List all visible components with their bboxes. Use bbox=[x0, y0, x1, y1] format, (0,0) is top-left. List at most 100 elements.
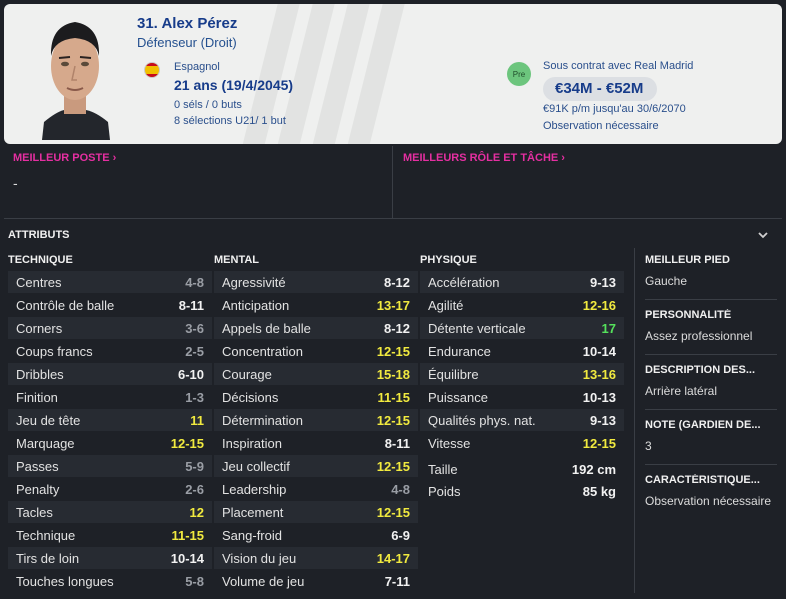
weight-row: Poids 85 kg bbox=[420, 480, 624, 502]
attribute-value: 12-15 bbox=[376, 343, 410, 359]
mental-attribute-row[interactable]: Agressivité 8-12 bbox=[214, 271, 418, 293]
characteristics-value: Observation nécessaire bbox=[645, 494, 772, 508]
height-value: 192 cm bbox=[571, 461, 616, 477]
attribute-value: 12-15 bbox=[376, 458, 410, 474]
attribute-value: 3-6 bbox=[185, 320, 204, 336]
spain-flag-icon bbox=[144, 62, 160, 78]
mental-attribute-row[interactable]: Décisions 11-15 bbox=[214, 386, 418, 408]
keeper-rating[interactable]: NOTE (GARDIEN DE... 3 bbox=[645, 419, 775, 455]
attribute-label: Vitesse bbox=[428, 435, 471, 451]
attribute-value: 12 bbox=[189, 504, 204, 520]
technique-attribute-row[interactable]: Tacles 12 bbox=[8, 501, 212, 523]
mental-attribute-row[interactable]: Appels de balle 8-12 bbox=[214, 317, 418, 339]
mental-attribute-row[interactable]: Sang-froid 6-9 bbox=[214, 524, 418, 546]
technique-attribute-row[interactable]: Corners 3-6 bbox=[8, 317, 212, 339]
attribute-label: Dribbles bbox=[16, 366, 64, 382]
physique-attribute-row[interactable]: Détente verticale 17 bbox=[420, 317, 624, 339]
attribute-value: 12-15 bbox=[170, 435, 204, 451]
personality-value: Assez professionnel bbox=[645, 329, 753, 343]
attribute-label: Tacles bbox=[16, 504, 53, 520]
physique-attribute-row[interactable]: Qualités phys. nat. 9-13 bbox=[420, 409, 624, 431]
attribute-value: 2-5 bbox=[185, 343, 204, 359]
attribute-label: Puissance bbox=[428, 389, 488, 405]
physique-header: PHYSIQUE bbox=[420, 254, 477, 266]
mental-attribute-row[interactable]: Placement 12-15 bbox=[214, 501, 418, 523]
attribute-label: Courage bbox=[222, 366, 272, 382]
mental-attribute-row[interactable]: Inspiration 8-11 bbox=[214, 432, 418, 454]
player-description[interactable]: DESCRIPTION DES... Arrière latéral bbox=[645, 364, 775, 400]
player-nationality[interactable]: Espagnol bbox=[174, 61, 220, 73]
attribute-label: Qualités phys. nat. bbox=[428, 412, 536, 428]
attribute-value: 12-15 bbox=[582, 435, 616, 451]
transfer-value: €34M - €52M bbox=[543, 77, 658, 101]
characteristics[interactable]: CARACTÉRISTIQUE... Observation nécessair… bbox=[645, 474, 775, 510]
attribute-value: 12-15 bbox=[376, 504, 410, 520]
technique-attribute-row[interactable]: Dribbles 6-10 bbox=[8, 363, 212, 385]
player-u21-caps: 8 sélections U21/ 1 but bbox=[174, 115, 286, 127]
technique-attribute-row[interactable]: Finition 1-3 bbox=[8, 386, 212, 408]
attribute-label: Contrôle de balle bbox=[16, 297, 115, 313]
physique-attribute-row[interactable]: Puissance 10-13 bbox=[420, 386, 624, 408]
attribute-label: Leadership bbox=[222, 481, 287, 497]
best-role-link[interactable]: MEILLEURS RÔLE ET TÂCHE › bbox=[403, 152, 565, 164]
club-badge-icon[interactable]: Pre bbox=[507, 62, 531, 86]
attribute-value: 9-13 bbox=[589, 274, 616, 290]
attribute-label: Tirs de loin bbox=[16, 550, 80, 566]
technique-attribute-row[interactable]: Coups francs 2-5 bbox=[8, 340, 212, 362]
mental-attribute-row[interactable]: Courage 15-18 bbox=[214, 363, 418, 385]
mental-attribute-row[interactable]: Volume de jeu 7-11 bbox=[214, 570, 418, 592]
technique-attribute-row[interactable]: Technique 11-15 bbox=[8, 524, 212, 546]
technique-attribute-row[interactable]: Centres 4-8 bbox=[8, 271, 212, 293]
chevron-down-icon[interactable] bbox=[757, 229, 769, 241]
technique-attribute-row[interactable]: Jeu de tête 11 bbox=[8, 409, 212, 431]
attribute-label: Technique bbox=[16, 527, 76, 543]
mental-attribute-row[interactable]: Anticipation 13-17 bbox=[214, 294, 418, 316]
technique-header: TECHNIQUE bbox=[8, 254, 73, 266]
physique-attribute-row[interactable]: Équilibre 13-16 bbox=[420, 363, 624, 385]
attribute-value: 5-9 bbox=[185, 458, 204, 474]
keeper-rating-title: NOTE (GARDIEN DE... bbox=[645, 419, 761, 431]
attribute-label: Finition bbox=[16, 389, 58, 405]
technique-attribute-row[interactable]: Contrôle de balle 8-11 bbox=[8, 294, 212, 316]
physique-attribute-row[interactable]: Agilité 12-16 bbox=[420, 294, 624, 316]
preferred-foot-value: Gauche bbox=[645, 274, 688, 288]
technique-attribute-row[interactable]: Touches longues 5-8 bbox=[8, 570, 212, 592]
attribute-label: Jeu de tête bbox=[16, 412, 81, 428]
attribute-label: Touches longues bbox=[16, 573, 114, 589]
side-separator bbox=[645, 409, 777, 410]
attribute-label: Détermination bbox=[222, 412, 303, 428]
contract-club[interactable]: Sous contrat avec Real Madrid bbox=[543, 60, 693, 72]
best-position-title: MEILLEUR POSTE bbox=[13, 152, 110, 164]
mental-attribute-row[interactable]: Détermination 12-15 bbox=[214, 409, 418, 431]
best-role-title: MEILLEURS RÔLE ET TÂCHE bbox=[403, 152, 559, 164]
preferred-foot: MEILLEUR PIED Gauche bbox=[645, 254, 775, 290]
technique-attribute-row[interactable]: Passes 5-9 bbox=[8, 455, 212, 477]
height-row: Taille 192 cm bbox=[420, 458, 624, 480]
player-age: 21 ans (19/4/2045) bbox=[174, 77, 294, 93]
attribute-value: 10-14 bbox=[170, 550, 204, 566]
attribute-label: Anticipation bbox=[222, 297, 290, 313]
scouting-status: Observation nécessaire bbox=[543, 120, 659, 132]
mental-attribute-row[interactable]: Concentration 12-15 bbox=[214, 340, 418, 362]
mental-attribute-row[interactable]: Leadership 4-8 bbox=[214, 478, 418, 500]
attribute-label: Centres bbox=[16, 274, 62, 290]
chevron-right-icon: › bbox=[561, 152, 565, 164]
attribute-label: Agilité bbox=[428, 297, 464, 313]
technique-attribute-row[interactable]: Marquage 12-15 bbox=[8, 432, 212, 454]
side-divider bbox=[634, 248, 635, 593]
player-position: Défenseur (Droit) bbox=[137, 35, 237, 50]
mental-attribute-row[interactable]: Vision du jeu 14-17 bbox=[214, 547, 418, 569]
height-label: Taille bbox=[428, 461, 458, 477]
physique-attribute-row[interactable]: Vitesse 12-15 bbox=[420, 432, 624, 454]
best-position-link[interactable]: MEILLEUR POSTE › bbox=[13, 152, 116, 164]
attribute-value: 2-6 bbox=[185, 481, 204, 497]
mental-attribute-row[interactable]: Jeu collectif 12-15 bbox=[214, 455, 418, 477]
physique-attribute-row[interactable]: Accélération 9-13 bbox=[420, 271, 624, 293]
physique-attribute-row[interactable]: Endurance 10-14 bbox=[420, 340, 624, 362]
technique-attribute-row[interactable]: Tirs de loin 10-14 bbox=[8, 547, 212, 569]
attribute-label: Équilibre bbox=[428, 366, 479, 382]
side-separator bbox=[645, 464, 777, 465]
player-name[interactable]: 31. Alex Pérez bbox=[137, 15, 237, 32]
technique-attribute-row[interactable]: Penalty 2-6 bbox=[8, 478, 212, 500]
attribute-value: 13-17 bbox=[376, 297, 410, 313]
